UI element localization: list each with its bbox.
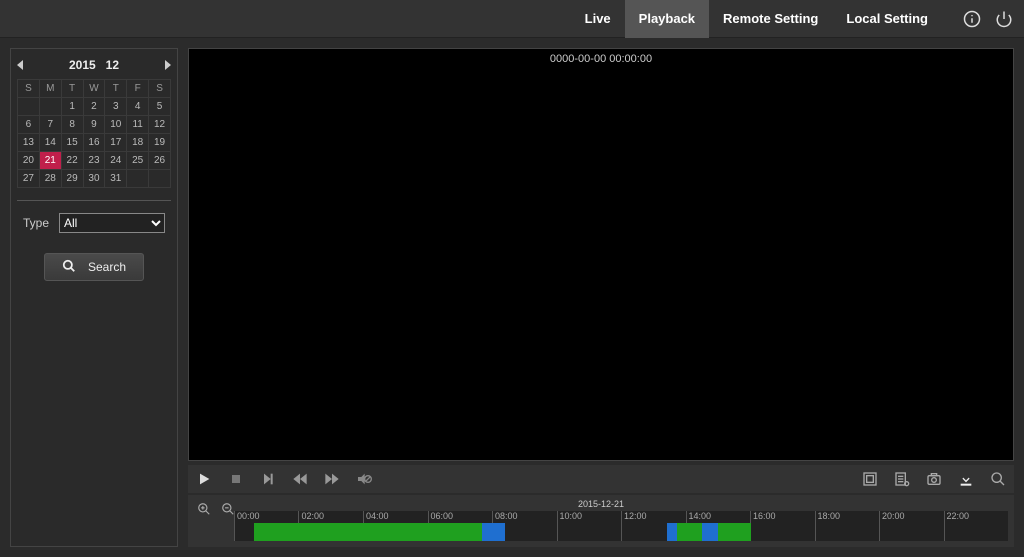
timeline-tick: 16:00 [750, 511, 776, 541]
main-area: 2015 12 SMTWTFS 123456789101112131415161… [0, 38, 1024, 557]
calendar-day[interactable]: 18 [127, 134, 149, 152]
timeline-area: 2015-12-21 00:0002:0004:0006:0008:0010:0… [188, 495, 1014, 547]
calendar-next-icon[interactable] [165, 60, 171, 70]
timeline-segment[interactable] [718, 523, 751, 541]
snapshot-icon[interactable] [924, 469, 944, 489]
stop-icon[interactable] [226, 469, 246, 489]
calendar-day[interactable]: 9 [83, 116, 105, 134]
timeline-tick: 22:00 [944, 511, 970, 541]
calendar-day[interactable]: 20 [18, 152, 40, 170]
mute-icon[interactable] [354, 469, 374, 489]
calendar-day[interactable]: 6 [18, 116, 40, 134]
calendar-day[interactable]: 25 [127, 152, 149, 170]
calendar-day[interactable]: 22 [61, 152, 83, 170]
calendar-day [39, 98, 61, 116]
search-playback-icon[interactable] [988, 469, 1008, 489]
record-list-icon[interactable] [892, 469, 912, 489]
calendar-year: 2015 [69, 58, 96, 72]
timeline-tick: 20:00 [879, 511, 905, 541]
zoom-in-icon[interactable] [194, 499, 214, 519]
calendar-header: 2015 12 [17, 55, 171, 75]
calendar-day [18, 98, 40, 116]
timeline-ruler[interactable]: 00:0002:0004:0006:0008:0010:0012:0014:00… [234, 511, 1008, 541]
calendar-weekday: T [105, 80, 127, 98]
timeline-segment[interactable] [702, 523, 717, 541]
calendar-weekday: T [61, 80, 83, 98]
timeline-tick: 18:00 [815, 511, 841, 541]
calendar-day[interactable]: 26 [149, 152, 171, 170]
nav-playback[interactable]: Playback [625, 0, 709, 38]
divider [17, 200, 171, 201]
calendar-day[interactable]: 1 [61, 98, 83, 116]
calendar-weekday: M [39, 80, 61, 98]
calendar-weekday: W [83, 80, 105, 98]
calendar-prev-icon[interactable] [17, 60, 23, 70]
calendar-day[interactable]: 2 [83, 98, 105, 116]
video-timestamp: 0000-00-00 00:00:00 [550, 53, 652, 65]
timeline-date: 2015-12-21 [194, 499, 1008, 509]
nav-local-setting[interactable]: Local Setting [832, 0, 942, 38]
step-icon[interactable] [258, 469, 278, 489]
info-icon[interactable] [962, 9, 982, 29]
calendar-day[interactable]: 27 [18, 170, 40, 188]
calendar-day [127, 170, 149, 188]
download-icon[interactable] [956, 469, 976, 489]
timeline-tick: 10:00 [557, 511, 583, 541]
type-row: Type All [17, 213, 171, 233]
timeline-segment[interactable] [677, 523, 703, 541]
calendar-day[interactable]: 16 [83, 134, 105, 152]
calendar-day[interactable]: 24 [105, 152, 127, 170]
calendar-day[interactable]: 14 [39, 134, 61, 152]
rewind-icon[interactable] [290, 469, 310, 489]
timeline-segment[interactable] [254, 523, 482, 541]
calendar-day[interactable]: 4 [127, 98, 149, 116]
calendar-day[interactable]: 3 [105, 98, 127, 116]
power-icon[interactable] [994, 9, 1014, 29]
calendar-title: 2015 12 [69, 58, 119, 72]
playback-controls [188, 465, 1014, 493]
calendar-day[interactable]: 31 [105, 170, 127, 188]
calendar-day[interactable]: 11 [127, 116, 149, 134]
calendar-day[interactable]: 10 [105, 116, 127, 134]
nav-live[interactable]: Live [571, 0, 625, 38]
calendar-day[interactable]: 29 [61, 170, 83, 188]
type-label: Type [23, 216, 49, 230]
calendar-day[interactable]: 30 [83, 170, 105, 188]
timeline-segment[interactable] [667, 523, 676, 541]
calendar-day[interactable]: 5 [149, 98, 171, 116]
calendar-day[interactable]: 7 [39, 116, 61, 134]
calendar-day[interactable]: 21 [39, 152, 61, 170]
calendar-weekday: S [18, 80, 40, 98]
calendar-weekday: F [127, 80, 149, 98]
search-button[interactable]: Search [44, 253, 144, 281]
calendar-day[interactable]: 12 [149, 116, 171, 134]
calendar-weekday: S [149, 80, 171, 98]
video-area[interactable]: 0000-00-00 00:00:00 [188, 48, 1014, 461]
search-icon [62, 259, 76, 276]
search-label: Search [88, 260, 126, 274]
timeline-segment[interactable] [482, 523, 505, 541]
type-select[interactable]: All [59, 213, 165, 233]
timeline-tick: 12:00 [621, 511, 647, 541]
topbar: Live Playback Remote Setting Local Setti… [0, 0, 1024, 38]
fastforward-icon[interactable] [322, 469, 342, 489]
calendar-day[interactable]: 23 [83, 152, 105, 170]
player-area: 0000-00-00 00:00:00 [188, 48, 1014, 547]
calendar-day[interactable]: 17 [105, 134, 127, 152]
calendar-month: 12 [106, 58, 119, 72]
nav-remote-setting[interactable]: Remote Setting [709, 0, 832, 38]
calendar: SMTWTFS 12345678910111213141516171819202… [17, 79, 171, 188]
calendar-day[interactable]: 15 [61, 134, 83, 152]
calendar-day[interactable]: 19 [149, 134, 171, 152]
calendar-day[interactable]: 8 [61, 116, 83, 134]
calendar-day [149, 170, 171, 188]
sidebar: 2015 12 SMTWTFS 123456789101112131415161… [10, 48, 178, 547]
fullscreen-icon[interactable] [860, 469, 880, 489]
calendar-day[interactable]: 13 [18, 134, 40, 152]
play-icon[interactable] [194, 469, 214, 489]
calendar-day[interactable]: 28 [39, 170, 61, 188]
